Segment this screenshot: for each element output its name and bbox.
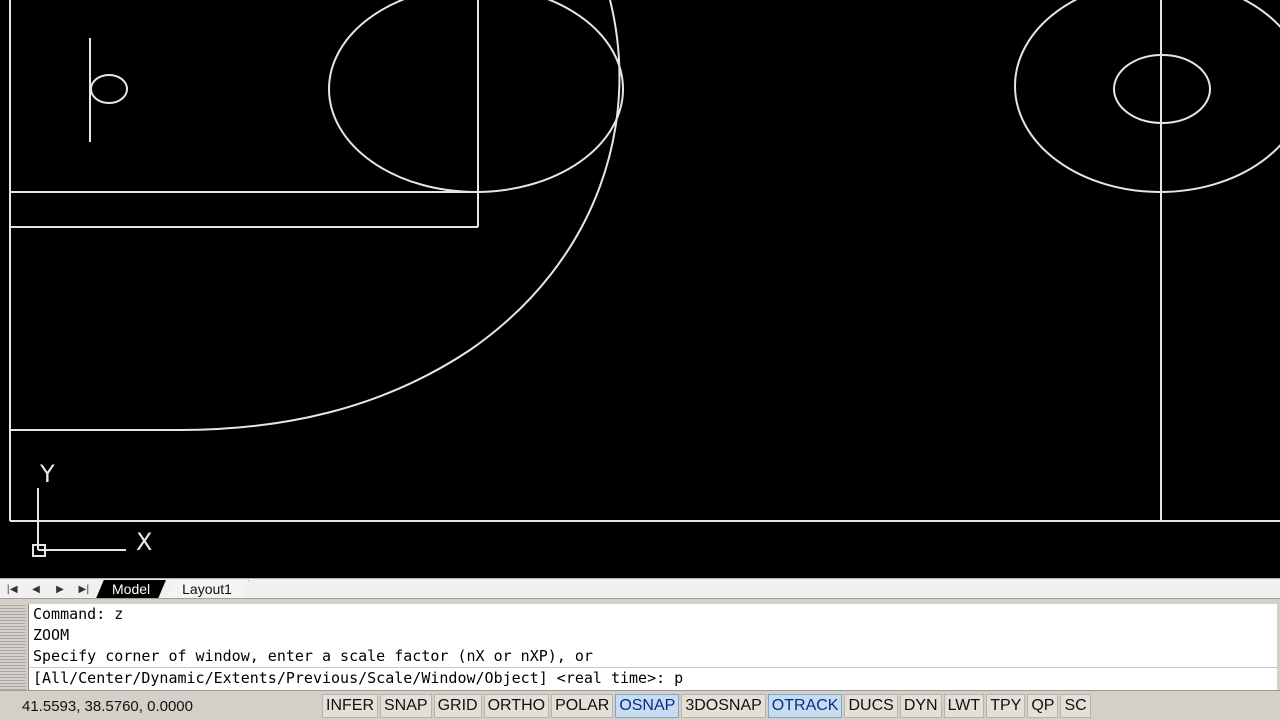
ucs-x-label: X (136, 528, 153, 556)
command-line-2: ZOOM (33, 626, 70, 644)
infer-toggle[interactable]: INFER (322, 694, 378, 718)
lwt-toggle[interactable]: LWT (943, 694, 985, 718)
next-tab-icon[interactable]: ▶ (48, 580, 72, 598)
coordinate-readout[interactable]: 41.5593, 38.5760, 0.0000 (0, 698, 322, 715)
command-window: Command: z ZOOM Specify corner of window… (0, 604, 1280, 690)
drawing-area[interactable]: Y X (0, 0, 1280, 578)
command-line-3: Specify corner of window, enter a scale … (33, 647, 593, 665)
ducs-toggle[interactable]: DUCS (844, 694, 898, 718)
ucs-y-label: Y (40, 460, 55, 488)
command-prompt-input[interactable]: [All/Center/Dynamic/Extents/Previous/Sca… (29, 667, 1277, 689)
layout-tab-bar: |◀ ◀ ▶ ▶| Model Layout1 (0, 578, 1280, 599)
sc-toggle[interactable]: SC (1060, 694, 1091, 718)
grid-toggle[interactable]: GRID (433, 694, 482, 718)
status-bar: 41.5593, 38.5760, 0.0000 INFER SNAP GRID… (0, 690, 1280, 720)
3dosnap-toggle[interactable]: 3DOSNAP (681, 694, 766, 718)
first-tab-icon[interactable]: |◀ (0, 580, 24, 598)
command-line-1: Command: z (33, 605, 124, 623)
command-history[interactable]: Command: z ZOOM Specify corner of window… (28, 604, 1277, 690)
qp-toggle[interactable]: QP (1027, 694, 1059, 718)
dyn-toggle[interactable]: DYN (899, 694, 942, 718)
polar-toggle[interactable]: POLAR (551, 694, 614, 718)
ortho-toggle[interactable]: ORTHO (483, 694, 550, 718)
otrack-toggle[interactable]: OTRACK (767, 694, 843, 718)
tab-layout1[interactable]: Layout1 (166, 580, 249, 599)
last-tab-icon[interactable]: ▶| (72, 580, 96, 598)
cad-application: Y X |◀ ◀ ▶ ▶| Model Layout1 Command: z Z… (0, 0, 1280, 720)
prev-tab-icon[interactable]: ◀ (24, 580, 48, 598)
symbol-circle (90, 74, 128, 104)
snap-toggle[interactable]: SNAP (380, 694, 432, 718)
osnap-toggle[interactable]: OSNAP (615, 694, 680, 718)
big-arc (10, 0, 621, 431)
tpy-toggle[interactable]: TPY (986, 694, 1026, 718)
right-outer-ellipse (1014, 0, 1280, 193)
drawing-geometry (9, 0, 1280, 557)
large-ellipse (328, 0, 624, 193)
tab-model[interactable]: Model (96, 580, 166, 599)
command-window-grip[interactable] (0, 604, 26, 690)
